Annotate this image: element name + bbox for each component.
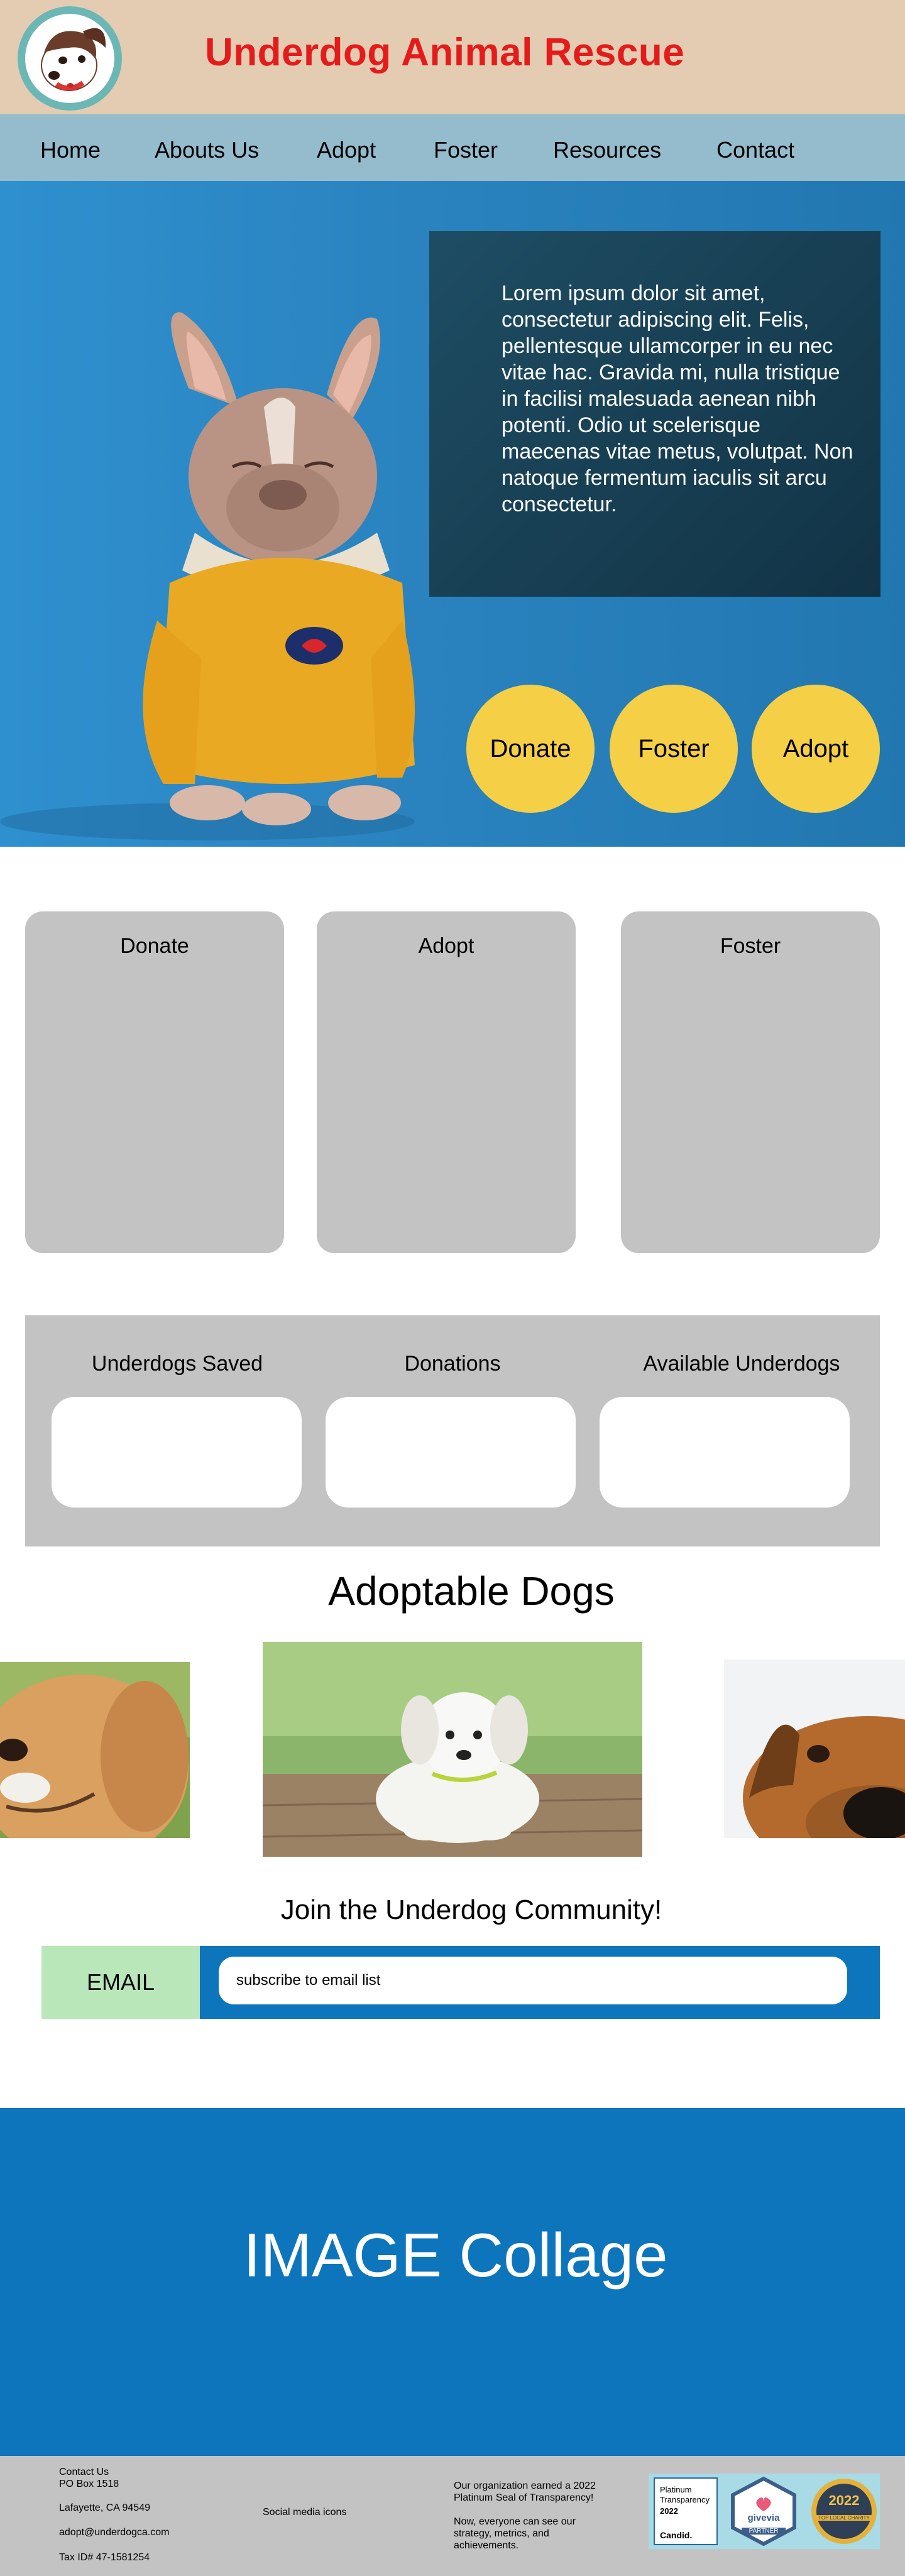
city: Lafayette, CA 94549 (59, 2503, 150, 2513)
givevia-hexagon-icon (731, 2476, 796, 2546)
golden-retriever-svg (0, 1662, 190, 1838)
adopt-card[interactable]: Adopt (317, 911, 576, 1253)
givevia-badge[interactable]: givevia PARTNER (729, 2476, 798, 2546)
logo-inner (25, 14, 114, 103)
community-title: Join the Underdog Community! (280, 1894, 662, 1925)
hero-section: Lorem ipsum dolor sit amet, consectetur … (0, 181, 905, 847)
email-input[interactable] (219, 1957, 847, 2004)
adoptable-title: Adoptable Dogs (328, 1568, 615, 1614)
social-media-icons[interactable]: Social media icons (263, 2506, 346, 2518)
charity-label: TOP LOCAL CHARITY (816, 2515, 872, 2521)
award-line-2: Platinum Seal of Transparency! (454, 2492, 594, 2503)
foster-button[interactable]: Foster (610, 685, 738, 813)
contact-title: Contact Us (59, 2467, 109, 2477)
card-title: Adopt (418, 934, 474, 958)
tax-id: Tax ID# 47-1581254 (59, 2552, 150, 2563)
stat-label-available: Available Underdogs (643, 1352, 840, 1376)
candid-seal-badge[interactable]: Platinum Transparency 2022 Candid. (654, 2477, 718, 2545)
candid-year: 2022 (660, 2506, 678, 2516)
dog-logo-svg (41, 28, 106, 91)
candid-line-2: Transparency (660, 2495, 710, 2504)
donate-button[interactable]: Donate (466, 685, 595, 813)
beagle-photo[interactable] (724, 1660, 905, 1838)
stats-panel: Underdogs Saved Donations Available Unde… (25, 1315, 880, 1546)
white-puppy-svg (263, 1642, 642, 1857)
po-box: PO Box 1518 (59, 2479, 119, 2489)
charity-year: 2022 (828, 2492, 860, 2508)
givevia-partner: PARTNER (742, 2528, 786, 2535)
french-bulldog-image (0, 312, 415, 840)
email-label: EMAIL (41, 1946, 200, 2019)
beagle-svg (724, 1660, 905, 1838)
hero-text: Lorem ipsum dolor sit amet, consectetur … (502, 281, 853, 516)
site-footer: Contact Us PO Box 1518 Lafayette, CA 945… (0, 2456, 905, 2576)
nav-adopt[interactable]: Adopt (317, 137, 376, 163)
main-nav: Home Abouts Us Adopt Foster Resources Co… (0, 114, 905, 181)
card-title: Foster (720, 934, 781, 958)
candid-line-1: Platinum (660, 2485, 692, 2494)
nav-about[interactable]: Abouts Us (155, 137, 259, 163)
award-line-5: achievements. (454, 2540, 519, 2551)
email-signup-bar: EMAIL (41, 1946, 880, 2019)
award-badges: Platinum Transparency 2022 Candid. givev… (649, 2474, 880, 2549)
award-line-4: strategy, metrics, and (454, 2528, 549, 2539)
image-collage: IMAGE Collage (0, 2108, 905, 2456)
collage-text: IMAGE Collage (243, 2220, 668, 2290)
donate-card[interactable]: Donate (25, 911, 284, 1253)
nav-home[interactable]: Home (40, 137, 101, 163)
golden-retriever-photo[interactable] (0, 1662, 190, 1838)
nav-resources[interactable]: Resources (553, 137, 661, 163)
charity-medal-icon (811, 2479, 877, 2544)
nav-foster[interactable]: Foster (434, 137, 498, 163)
card-title: Donate (120, 934, 189, 958)
stat-label-saved: Underdogs Saved (91, 1352, 263, 1376)
contact-email[interactable]: adopt@underdogca.com (59, 2526, 169, 2538)
adopt-button[interactable]: Adopt (752, 685, 880, 813)
award-line-1: Our organization earned a 2022 (454, 2481, 596, 2491)
site-header: Underdog Animal Rescue (0, 0, 905, 114)
hero-text-box: Lorem ipsum dolor sit amet, consectetur … (429, 231, 880, 597)
top-charity-badge[interactable]: 2022 TOP LOCAL CHARITY (809, 2476, 879, 2546)
stat-label-donations: Donations (404, 1352, 501, 1376)
award-line-3: Now, everyone can see our (454, 2516, 576, 2527)
white-puppy-photo[interactable] (263, 1642, 642, 1857)
candid-name: Candid. (660, 2530, 693, 2540)
stat-box-available (600, 1397, 850, 1508)
dog-face-icon[interactable] (18, 6, 122, 111)
foster-card[interactable]: Foster (621, 911, 880, 1253)
stat-box-donations (326, 1397, 576, 1508)
givevia-name: givevia (747, 2513, 780, 2523)
nav-contact[interactable]: Contact (716, 137, 794, 163)
stat-box-saved (52, 1397, 302, 1508)
brand-title[interactable]: Underdog Animal Rescue (205, 30, 684, 75)
